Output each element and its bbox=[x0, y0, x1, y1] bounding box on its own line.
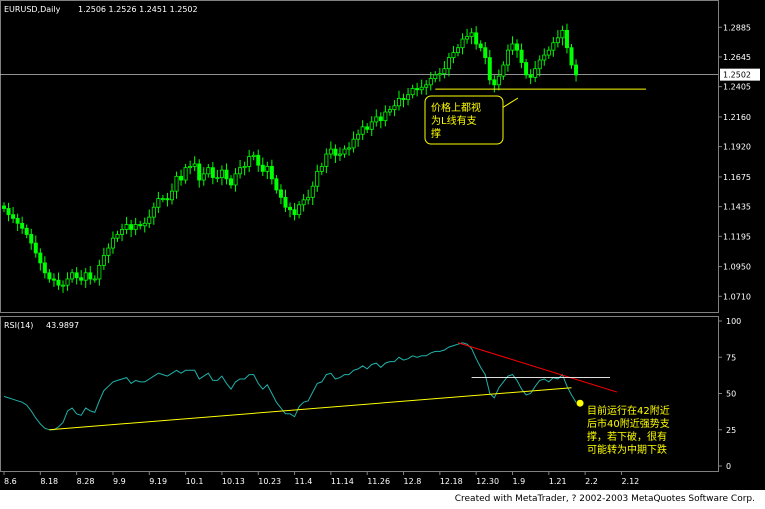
price-tick-label: 1.1675 bbox=[723, 173, 751, 182]
time-tick-label: 12.30 bbox=[476, 477, 499, 486]
price-tick-label: 1.1195 bbox=[723, 232, 751, 241]
time-tick-label: 9.19 bbox=[149, 477, 167, 486]
price-tick-label: 1.2885 bbox=[723, 23, 751, 32]
ohlc-label: 1.2506 1.2526 1.2451 1.2502 bbox=[78, 5, 198, 14]
rsi-note-line-4: 可能转为中期下跌 bbox=[587, 443, 667, 456]
time-tick-label: 10.13 bbox=[222, 477, 245, 486]
price-note-line-2: 为L线有支 bbox=[431, 114, 477, 127]
price-tick-label: 1.2160 bbox=[723, 113, 751, 122]
time-tick-label: 10.23 bbox=[258, 477, 281, 486]
chart-canvas: EURUSD,Daily 1.2506 1.2526 1.2451 1.2502… bbox=[0, 0, 765, 490]
rsi-tick-label: 100 bbox=[726, 317, 741, 326]
time-tick-label: 2.2 bbox=[585, 477, 598, 486]
rsi-note-line-3: 撑，若下破，很有 bbox=[587, 430, 667, 443]
rsi-tick-label: 0 bbox=[726, 462, 731, 471]
current-price-label: 1.2502 bbox=[723, 71, 751, 80]
price-tick-label: 1.1920 bbox=[723, 143, 751, 152]
candle bbox=[569, 43, 574, 69]
rsi-current-dot bbox=[576, 399, 584, 407]
time-tick-label: 8.18 bbox=[40, 477, 58, 486]
price-tick-label: 1.1435 bbox=[723, 203, 751, 212]
price-tick-label: 1.0950 bbox=[723, 263, 751, 272]
rsi-note-line-2: 后市40附近强势支 bbox=[587, 417, 670, 430]
footer: Created with MetaTrader, ? 2002-2003 Met… bbox=[0, 490, 765, 509]
symbol-label: EURUSD,Daily bbox=[4, 5, 61, 14]
time-tick-label: 8.6 bbox=[4, 477, 17, 486]
rsi-tick-label: 50 bbox=[726, 390, 736, 399]
time-tick-label: 11.4 bbox=[295, 477, 313, 486]
rsi-title: RSI(14) bbox=[4, 321, 33, 330]
time-tick-label: 11.26 bbox=[367, 477, 390, 486]
time-tick-label: 10.1 bbox=[186, 477, 204, 486]
time-tick-label: 1.9 bbox=[512, 477, 525, 486]
time-tick-label: 1.21 bbox=[549, 477, 567, 486]
time-tick-label: 8.28 bbox=[77, 477, 95, 486]
price-tick-label: 1.0710 bbox=[723, 292, 751, 301]
price-tick-label: 1.2645 bbox=[723, 53, 751, 62]
price-note-line-1: 价格上都视 bbox=[431, 101, 481, 114]
time-tick-label: 9.9 bbox=[113, 477, 126, 486]
time-tick-label: 11.14 bbox=[331, 477, 354, 486]
time-tick-label: 12.18 bbox=[440, 477, 463, 486]
price-tick-label: 1.2405 bbox=[723, 83, 751, 92]
copyright-credit: Created with MetaTrader, ? 2002-2003 Met… bbox=[454, 494, 755, 504]
rsi-current-value: 43.9897 bbox=[46, 321, 79, 330]
rsi-note-line-1: 目前运行在42附近 bbox=[587, 404, 670, 417]
price-note-line-3: 撑 bbox=[431, 127, 441, 140]
rsi-tick-label: 75 bbox=[726, 353, 736, 362]
time-tick-label: 12.8 bbox=[404, 477, 422, 486]
rsi-tick-label: 25 bbox=[726, 426, 736, 435]
time-tick-label: 2.12 bbox=[621, 477, 639, 486]
